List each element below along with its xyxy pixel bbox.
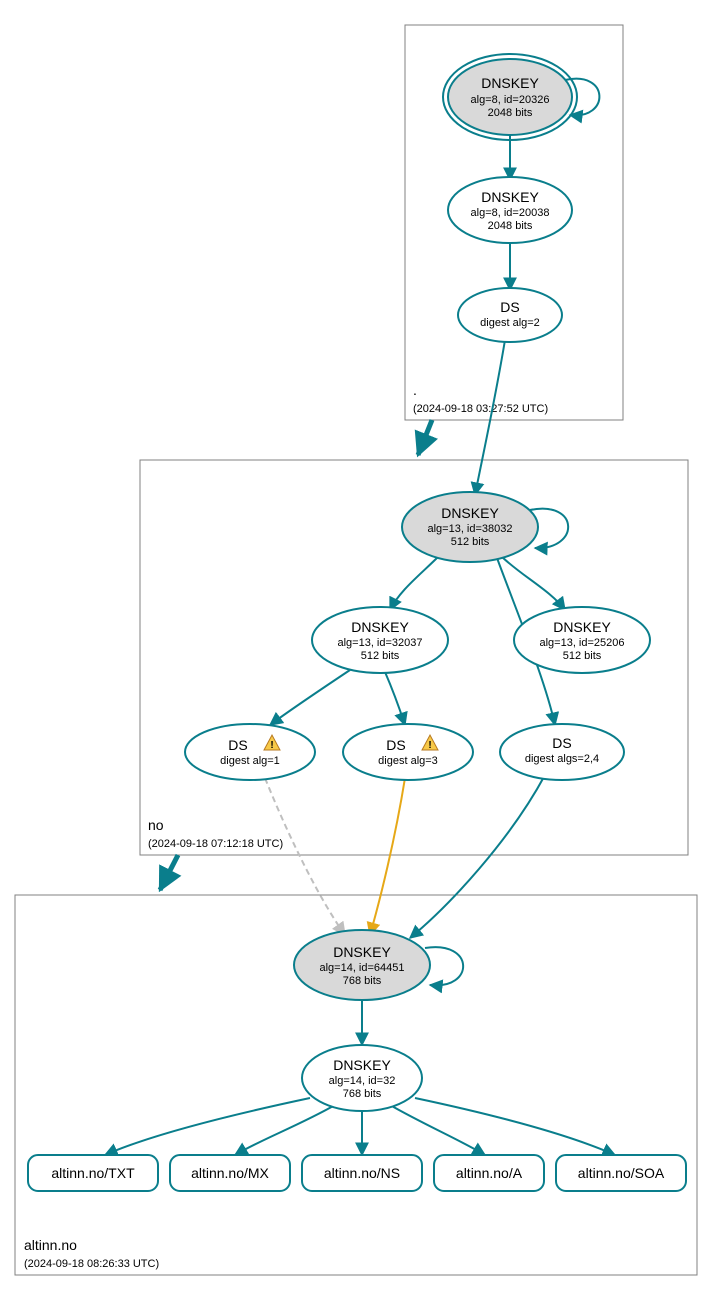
svg-text:altinn.no/SOA: altinn.no/SOA	[578, 1165, 665, 1181]
altinn-ksk-alg: alg=14, id=64451	[319, 962, 404, 974]
edge-zone-no-to-altinn	[160, 855, 178, 890]
svg-text:!: !	[270, 740, 273, 751]
no-zsk2-title: DNSKEY	[553, 619, 611, 635]
no-zsk1-alg: alg=13, id=32037	[337, 637, 422, 649]
no-ds3-title: DS	[552, 735, 571, 751]
zone-ts-root: (2024-09-18 03:27:52 UTC)	[413, 403, 548, 415]
edge-root-ds-no-ksk	[475, 340, 505, 495]
zone-label-altinn: altinn.no	[24, 1237, 77, 1253]
altinn-ksk-title: DNSKEY	[333, 944, 391, 960]
no-zsk2-alg: alg=13, id=25206	[539, 637, 624, 649]
zone-ts-altinn: (2024-09-18 08:26:33 UTC)	[24, 1258, 159, 1270]
edge-no-zsk1-ds2	[385, 672, 405, 725]
root-zsk-alg: alg=8, id=20038	[471, 207, 550, 219]
no-ksk-alg: alg=13, id=38032	[427, 523, 512, 535]
no-zsk1-bits: 512 bits	[361, 650, 400, 662]
rrset-txt: altinn.no/TXT	[28, 1155, 158, 1191]
edge-no-zsk1-ds1	[270, 670, 350, 725]
altinn-zsk-alg: alg=14, id=32	[329, 1075, 396, 1087]
node-altinn-zsk: DNSKEY alg=14, id=32 768 bits	[302, 1045, 422, 1111]
root-ds-digest: digest alg=2	[480, 317, 540, 329]
zone-label-no: no	[148, 817, 164, 833]
edge-zsk-a	[390, 1105, 485, 1155]
svg-text:altinn.no/MX: altinn.no/MX	[191, 1165, 269, 1181]
node-no-zsk1: DNSKEY alg=13, id=32037 512 bits	[312, 607, 448, 673]
no-ds3-digest: digest algs=2,4	[525, 753, 599, 765]
root-ksk-title: DNSKEY	[481, 75, 539, 91]
edge-zsk-txt	[105, 1098, 310, 1155]
zone-ts-no: (2024-09-18 07:12:18 UTC)	[148, 838, 283, 850]
edge-zsk-soa	[415, 1098, 615, 1155]
edge-zone-root-to-no	[418, 420, 432, 455]
svg-text:altinn.no/A: altinn.no/A	[456, 1165, 523, 1181]
root-ksk-bits: 2048 bits	[488, 107, 533, 119]
zone-label-root: .	[413, 382, 417, 398]
no-ksk-bits: 512 bits	[451, 536, 490, 548]
root-zsk-bits: 2048 bits	[488, 220, 533, 232]
rrset-a: altinn.no/A	[434, 1155, 544, 1191]
dnssec-chain-diagram: . (2024-09-18 03:27:52 UTC) no (2024-09-…	[0, 0, 711, 1299]
svg-text:!: !	[428, 740, 431, 751]
edge-no-ksk-zsk2	[500, 555, 565, 610]
root-ds-title: DS	[500, 299, 519, 315]
rrset-soa: altinn.no/SOA	[556, 1155, 686, 1191]
no-ksk-title: DNSKEY	[441, 505, 499, 521]
no-zsk1-title: DNSKEY	[351, 619, 409, 635]
node-root-zsk: DNSKEY alg=8, id=20038 2048 bits	[448, 177, 572, 243]
rrset-mx: altinn.no/MX	[170, 1155, 290, 1191]
root-zsk-title: DNSKEY	[481, 189, 539, 205]
rrset-ns: altinn.no/NS	[302, 1155, 422, 1191]
altinn-ksk-bits: 768 bits	[343, 975, 382, 987]
no-ds1-title: DS	[228, 737, 247, 753]
edge-zsk-mx	[235, 1105, 335, 1155]
edge-ds2-altinn-ksk	[370, 778, 405, 935]
svg-text:altinn.no/TXT: altinn.no/TXT	[51, 1165, 135, 1181]
node-root-ksk: DNSKEY alg=8, id=20326 2048 bits	[443, 54, 577, 140]
no-zsk2-bits: 512 bits	[563, 650, 602, 662]
node-no-zsk2: DNSKEY alg=13, id=25206 512 bits	[514, 607, 650, 673]
edge-no-ksk-zsk1	[390, 555, 440, 610]
edge-ds1-altinn-ksk	[265, 778, 345, 935]
node-no-ds2: DS digest alg=3 !	[343, 724, 473, 780]
altinn-zsk-bits: 768 bits	[343, 1088, 382, 1100]
svg-text:altinn.no/NS: altinn.no/NS	[324, 1165, 400, 1181]
no-ds2-digest: digest alg=3	[378, 755, 438, 767]
no-ds2-title: DS	[386, 737, 405, 753]
altinn-zsk-title: DNSKEY	[333, 1057, 391, 1073]
node-no-ds3: DS digest algs=2,4	[500, 724, 624, 780]
node-no-ksk: DNSKEY alg=13, id=38032 512 bits	[402, 492, 538, 562]
node-root-ds: DS digest alg=2	[458, 288, 562, 342]
edge-ds3-altinn-ksk	[410, 775, 545, 938]
node-no-ds1: DS digest alg=1 !	[185, 724, 315, 780]
no-ds1-digest: digest alg=1	[220, 755, 280, 767]
root-ksk-alg: alg=8, id=20326	[471, 94, 550, 106]
node-altinn-ksk: DNSKEY alg=14, id=64451 768 bits	[294, 930, 430, 1000]
